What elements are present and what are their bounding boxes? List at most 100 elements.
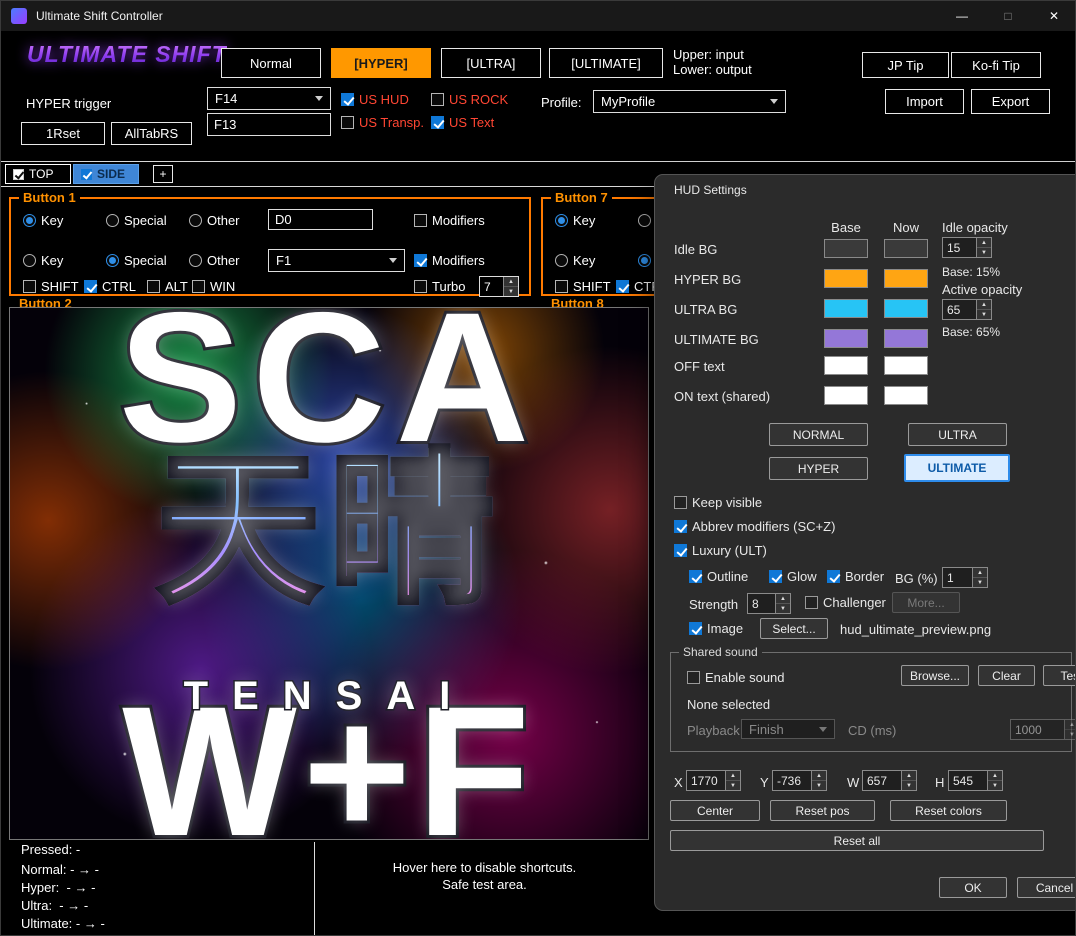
center-button[interactable]: Center <box>670 800 760 821</box>
button1-win-checkbox[interactable]: WIN <box>192 279 235 294</box>
import-button[interactable]: Import <box>885 89 964 114</box>
enable-sound-checkbox[interactable]: Enable sound <box>687 670 785 685</box>
trigger-output-input[interactable]: F13 <box>207 113 331 136</box>
button7-shift-checkbox[interactable]: SHIFT <box>555 279 611 294</box>
hud-ultimate-button[interactable]: ULTIMATE <box>904 454 1010 482</box>
all-tab-reset-button[interactable]: AllTabRS <box>111 122 192 145</box>
idle-bg-base-swatch[interactable] <box>824 239 868 258</box>
spinner-arrows[interactable] <box>775 594 790 613</box>
button1-ctrl-checkbox[interactable]: CTRL <box>84 279 136 294</box>
us-text-checkbox[interactable]: US Text <box>431 115 494 130</box>
spinner-arrows[interactable] <box>987 771 1002 790</box>
image-checkbox[interactable]: Image <box>689 621 743 636</box>
ok-button[interactable]: OK <box>939 877 1007 898</box>
strength-spinner[interactable]: 8 <box>747 593 791 614</box>
idle-bg-now-swatch[interactable] <box>884 239 928 258</box>
minimize-icon[interactable]: — <box>939 1 985 31</box>
button1-row1-modifiers-checkbox[interactable]: Modifiers <box>414 213 485 228</box>
tab-top[interactable]: TOP <box>5 164 71 184</box>
active-opacity-spinner[interactable]: 65 <box>942 299 992 320</box>
w-spinner[interactable]: 657 <box>862 770 917 791</box>
button1-row2-key-radio[interactable]: Key <box>23 253 63 268</box>
luxury-checkbox[interactable]: Luxury (ULT) <box>674 543 767 558</box>
reset-all-button[interactable]: Reset all <box>670 830 1044 851</box>
browse-button[interactable]: Browse... <box>901 665 969 686</box>
mode-button-normal[interactable]: Normal <box>221 48 321 78</box>
glow-checkbox[interactable]: Glow <box>769 569 817 584</box>
mode-button-hyper[interactable]: [HYPER] <box>331 48 431 78</box>
reset-pos-button[interactable]: Reset pos <box>770 800 875 821</box>
abbrev-modifiers-checkbox[interactable]: Abbrev modifiers (SC+Z) <box>674 519 835 534</box>
off-text-now-swatch[interactable] <box>884 356 928 375</box>
y-spinner[interactable]: -736 <box>772 770 827 791</box>
button1-row1-special-radio[interactable]: Special <box>106 213 167 228</box>
safe-test-area[interactable]: Hover here to disable shortcuts. Safe te… <box>315 859 654 893</box>
idle-opacity-spinner[interactable]: 15 <box>942 237 992 258</box>
bg-pct-spinner[interactable]: 1 <box>942 567 988 588</box>
mode-button-ultra[interactable]: [ULTRA] <box>441 48 541 78</box>
tab-top-checkbox[interactable] <box>13 169 24 180</box>
spinner-arrows[interactable] <box>503 277 518 296</box>
tab-side-checkbox[interactable] <box>81 169 92 180</box>
h-spinner[interactable]: 545 <box>948 770 1003 791</box>
maximize-icon[interactable]: □ <box>985 1 1031 31</box>
select-image-button[interactable]: Select... <box>760 618 828 639</box>
export-button[interactable]: Export <box>971 89 1050 114</box>
reset-colors-button[interactable]: Reset colors <box>890 800 1007 821</box>
kofi-tip-button[interactable]: Ko-fi Tip <box>951 52 1041 78</box>
one-reset-button[interactable]: 1Rset <box>21 122 105 145</box>
spinner-arrows[interactable] <box>1064 720 1076 739</box>
hud-ultra-button[interactable]: ULTRA <box>908 423 1007 446</box>
more-button[interactable]: More... <box>892 592 960 613</box>
us-hud-checkbox[interactable]: US HUD <box>341 92 409 107</box>
playback-select[interactable]: Finish <box>741 719 835 739</box>
ultra-bg-base-swatch[interactable] <box>824 299 868 318</box>
on-text-now-swatch[interactable] <box>884 386 928 405</box>
hud-hyper-button[interactable]: HYPER <box>769 457 868 480</box>
button7-row1-key-radio[interactable]: Key <box>555 213 595 228</box>
cancel-button[interactable]: Cancel <box>1017 877 1076 898</box>
close-icon[interactable]: ✕ <box>1031 1 1076 31</box>
ultra-bg-now-swatch[interactable] <box>884 299 928 318</box>
off-text-base-swatch[interactable] <box>824 356 868 375</box>
us-rock-checkbox[interactable]: US ROCK <box>431 92 508 107</box>
jp-tip-button[interactable]: JP Tip <box>862 52 949 78</box>
button1-turbo-count-spinner[interactable]: 7 <box>479 276 519 297</box>
tab-side[interactable]: SIDE <box>73 164 139 184</box>
us-transp-checkbox[interactable]: US Transp. <box>341 115 424 130</box>
border-checkbox[interactable]: Border <box>827 569 884 584</box>
mode-button-ultimate[interactable]: [ULTIMATE] <box>549 48 663 78</box>
button1-row1-other-radio[interactable]: Other <box>189 213 240 228</box>
ultimate-bg-base-swatch[interactable] <box>824 329 868 348</box>
trigger-key-select[interactable]: F14 <box>207 87 331 110</box>
on-text-base-swatch[interactable] <box>824 386 868 405</box>
x-spinner[interactable]: 1770 <box>686 770 741 791</box>
add-tab-button[interactable]: + <box>153 165 173 183</box>
button1-row1-key-radio[interactable]: Key <box>23 213 63 228</box>
button1-alt-checkbox[interactable]: ALT <box>147 279 188 294</box>
outline-checkbox[interactable]: Outline <box>689 569 748 584</box>
hud-normal-button[interactable]: NORMAL <box>769 423 868 446</box>
keep-visible-checkbox[interactable]: Keep visible <box>674 495 762 510</box>
spinner-arrows[interactable] <box>901 771 916 790</box>
spinner-arrows[interactable] <box>725 771 740 790</box>
ultimate-bg-now-swatch[interactable] <box>884 329 928 348</box>
hyper-bg-now-swatch[interactable] <box>884 269 928 288</box>
challenger-checkbox[interactable]: Challenger <box>805 595 886 610</box>
button1-special-select[interactable]: F1 <box>268 249 405 272</box>
button7-row2-key-radio[interactable]: Key <box>555 253 595 268</box>
button1-row2-modifiers-checkbox[interactable]: Modifiers <box>414 253 485 268</box>
spinner-arrows[interactable] <box>972 568 987 587</box>
button1-key-input[interactable]: D0 <box>268 209 373 230</box>
button1-turbo-checkbox[interactable]: Turbo <box>414 279 465 294</box>
button1-shift-checkbox[interactable]: SHIFT <box>23 279 79 294</box>
hyper-bg-base-swatch[interactable] <box>824 269 868 288</box>
spinner-arrows[interactable] <box>976 238 991 257</box>
test-button[interactable]: Test <box>1043 665 1076 686</box>
spinner-arrows[interactable] <box>811 771 826 790</box>
spinner-arrows[interactable] <box>976 300 991 319</box>
profile-select[interactable]: MyProfile <box>593 90 786 113</box>
cd-spinner[interactable]: 1000 <box>1010 719 1076 740</box>
clear-button[interactable]: Clear <box>978 665 1035 686</box>
button1-row2-other-radio[interactable]: Other <box>189 253 240 268</box>
